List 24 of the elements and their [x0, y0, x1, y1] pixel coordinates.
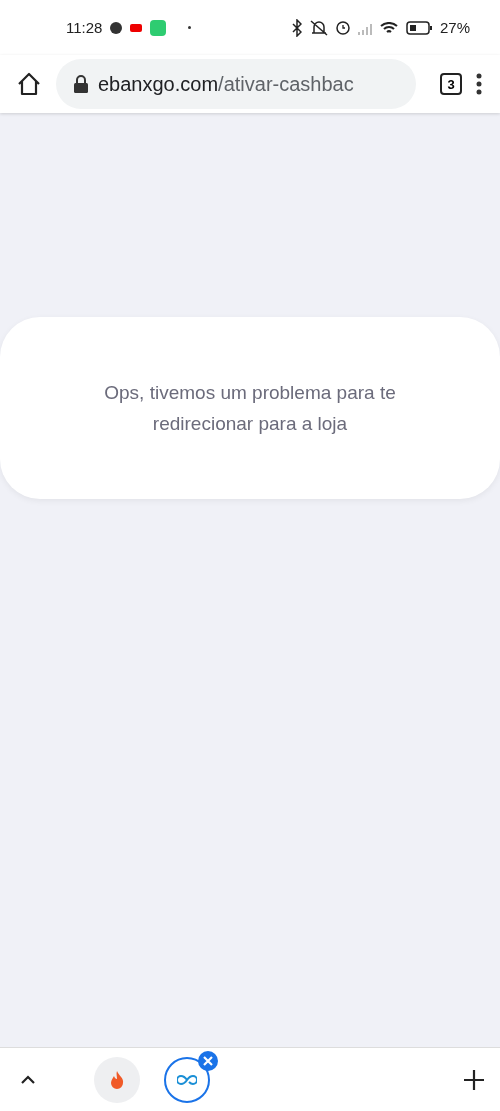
muted-bell-icon: [309, 18, 328, 37]
app-icon: [150, 19, 167, 36]
flame-icon: [110, 1070, 124, 1089]
status-time: 11:28: [66, 19, 103, 36]
close-icon[interactable]: [198, 1050, 218, 1071]
chevron-up-icon[interactable]: [20, 1074, 36, 1085]
home-icon[interactable]: [16, 71, 42, 97]
lock-icon: [74, 75, 88, 93]
error-message: Ops, tivemos um problema para te redirecionar para a loja: [103, 381, 397, 436]
bluetooth-icon: [291, 18, 302, 37]
alarm-icon: [335, 20, 350, 35]
address-bar[interactable]: ebanxgo.com/ativar-cashbac: [56, 59, 416, 109]
url-path: /ativar-cashbac: [218, 72, 354, 96]
wifi-icon: [379, 21, 398, 34]
tab-group-button[interactable]: [94, 1056, 140, 1103]
plus-icon[interactable]: [464, 1069, 484, 1090]
battery-level: 27%: [439, 19, 470, 36]
video-app-icon: [130, 23, 143, 32]
url-domain: ebanxgo.com: [98, 72, 219, 96]
menu-icon[interactable]: [476, 73, 482, 95]
battery-icon: [405, 20, 432, 35]
link-icon: [177, 1073, 197, 1086]
tab-switcher-button[interactable]: 3: [440, 73, 462, 95]
tab-group-button[interactable]: [164, 1056, 210, 1103]
